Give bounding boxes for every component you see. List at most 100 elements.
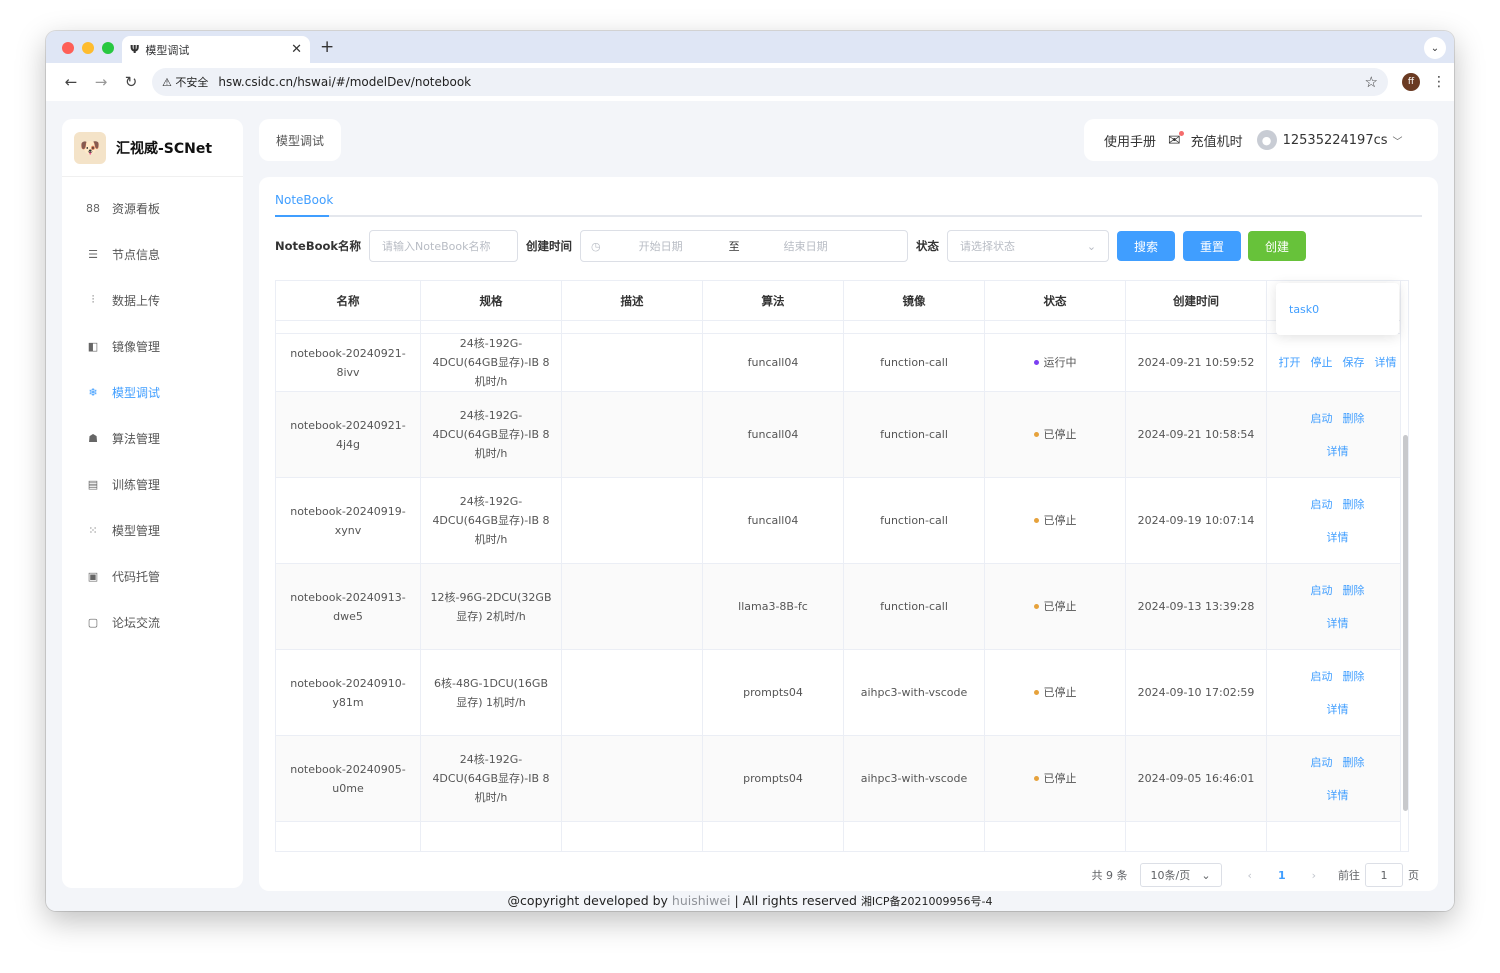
window-controls	[62, 42, 114, 54]
new-tab-icon[interactable]: +	[320, 37, 334, 57]
sidebar-item[interactable]: 88 资源看板	[62, 185, 243, 231]
sidebar-item[interactable]: ⁙ 模型管理	[62, 507, 243, 553]
row-action-link[interactable]: 启动	[1311, 753, 1333, 772]
cell-spec: 12核-96G-2DCU(32GB显存) 2机时/h	[421, 564, 562, 649]
insecure-warning[interactable]: ⚠ 不安全	[162, 74, 208, 90]
address-bar[interactable]: ⚠ 不安全 hsw.csidc.cn/hswai/#/modelDev/note…	[152, 68, 1388, 96]
cell-name: notebook-20240921-8ivv	[276, 334, 421, 391]
sidebar-item-label: 资源看板	[112, 201, 161, 216]
back-icon[interactable]: ←	[56, 73, 86, 91]
browser-menu-icon[interactable]: ⋮	[1432, 74, 1446, 90]
goto-page-input[interactable]: 1	[1365, 863, 1403, 887]
sidebar-item[interactable]: ❄ 模型调试	[62, 369, 243, 415]
status-dot-icon	[1033, 604, 1039, 609]
maximize-window-button[interactable]	[102, 42, 114, 54]
sidebar-item[interactable]: ⫶ 数据上传	[62, 277, 243, 323]
sidebar-item[interactable]: ☗ 算法管理	[62, 415, 243, 461]
table-scrollbar[interactable]	[1400, 281, 1408, 851]
row-action-link[interactable]: 详情	[1327, 528, 1349, 547]
sidebar: 🐶 汇视威-SCNet 88 资源看板 ☰ 节点信息 ⫶ 数据上传 ◧ 镜像管理 ❄ 模型调试 ☗ 算…	[62, 119, 243, 888]
column-header: 算法	[703, 281, 844, 321]
table-row: notebook-20240913-dwe5 12核-96G-2DCU(32GB显…	[276, 564, 1408, 650]
row-action-link[interactable]: 启动	[1311, 667, 1333, 686]
row-action-link[interactable]: 打开	[1279, 353, 1301, 372]
row-action-link[interactable]: 启动	[1311, 495, 1333, 514]
reload-icon[interactable]: ↻	[116, 73, 146, 91]
row-action-link[interactable]: 启动	[1311, 409, 1333, 428]
site-favicon-icon: Ψ	[130, 43, 139, 56]
row-action-link[interactable]: 启动	[1311, 581, 1333, 600]
row-action-link[interactable]: 删除	[1343, 753, 1365, 772]
row-action-link[interactable]: 删除	[1343, 667, 1365, 686]
row-action-link[interactable]: 删除	[1343, 495, 1365, 514]
cell-actions: 启动 删除详情	[1267, 392, 1408, 477]
cell-created: 2024-09-05 16:46:01	[1126, 736, 1267, 821]
brand-logo-icon: 🐶	[74, 131, 106, 164]
tab-notebook[interactable]: NoteBook	[275, 193, 333, 217]
minimize-window-button[interactable]	[82, 42, 94, 54]
status-select[interactable]: 请选择状态 ⌄	[947, 230, 1110, 262]
search-button[interactable]: 搜索	[1117, 231, 1176, 261]
cell-desc	[562, 334, 703, 391]
browser-tab[interactable]: Ψ 模型调试 ✕	[122, 36, 310, 63]
brand[interactable]: 🐶 汇视威-SCNet	[62, 119, 243, 177]
chevron-down-icon[interactable]: ﹀	[1393, 133, 1403, 148]
sidebar-item[interactable]: ◧ 镜像管理	[62, 323, 243, 369]
cell-actions: 启动 删除详情	[1267, 650, 1408, 735]
sidebar-item[interactable]: ▣ 代码托管	[62, 553, 243, 599]
reset-button[interactable]: 重置	[1183, 231, 1242, 261]
time-filter-label: 创建时间	[526, 239, 573, 253]
page-size-select[interactable]: 10条/页 ⌄	[1139, 863, 1222, 887]
date-range-picker[interactable]: ◷ 开始日期 至 结束日期	[580, 230, 909, 262]
next-page-icon[interactable]: ›	[1312, 869, 1316, 882]
row-action-link[interactable]: 详情	[1375, 353, 1397, 372]
filter-bar: NoteBook名称 请输入NoteBook名称 创建时间 ◷ 开始日期 至 结…	[275, 230, 1307, 262]
column-header: 创建时间	[1126, 281, 1267, 321]
tab-search-icon[interactable]: ⌄	[1424, 37, 1446, 59]
sidebar-item[interactable]: ▤ 训练管理	[62, 461, 243, 507]
row-action-link[interactable]: 详情	[1327, 614, 1349, 633]
cell-desc	[562, 478, 703, 563]
start-date-input[interactable]: 开始日期	[639, 238, 699, 254]
row-action-link[interactable]: 详情	[1327, 786, 1349, 805]
footer-brand-link[interactable]: huishiwei	[672, 893, 731, 908]
cell-algo	[703, 822, 844, 851]
cell-actions: 启动 删除详情	[1267, 736, 1408, 821]
column-header: 描述	[562, 281, 703, 321]
menu-item-icon: ☗	[88, 431, 98, 445]
recharge-link[interactable]: 充值机时	[1191, 131, 1243, 150]
username[interactable]: 12535224197cs	[1283, 133, 1388, 148]
user-avatar-icon[interactable]: ●	[1256, 130, 1277, 150]
cell-spec: 24核-192G-4DCU(64GB显存)-IB 8机时/h	[421, 478, 562, 563]
mail-icon[interactable]: ✉	[1168, 131, 1184, 149]
user-manual-link[interactable]: 使用手册	[1104, 131, 1156, 150]
close-tab-icon[interactable]: ✕	[291, 42, 302, 57]
row-action-link[interactable]: 详情	[1327, 442, 1349, 461]
profile-avatar[interactable]: ff	[1402, 73, 1420, 91]
status-text: 已停止	[1043, 514, 1077, 527]
sidebar-item[interactable]: ☰ 节点信息	[62, 231, 243, 277]
status-dot-icon	[1033, 432, 1039, 437]
forward-icon[interactable]: →	[86, 73, 116, 91]
close-window-button[interactable]	[62, 42, 74, 54]
row-action-link[interactable]: 保存	[1343, 353, 1365, 372]
end-date-input[interactable]: 结束日期	[784, 238, 828, 254]
bookmark-star-icon[interactable]: ☆	[1365, 73, 1378, 91]
table-row: notebook-20240919-xynv 24核-192G-4DCU(64GB…	[276, 478, 1408, 564]
scrollbar-thumb[interactable]	[1403, 435, 1408, 811]
url-text[interactable]: hsw.csidc.cn/hswai/#/modelDev/notebook	[218, 75, 1364, 89]
row-action-link[interactable]: 删除	[1343, 581, 1365, 600]
create-button[interactable]: 创建	[1248, 231, 1307, 261]
prev-page-icon[interactable]: ‹	[1248, 869, 1252, 882]
page-number[interactable]: 1	[1278, 869, 1286, 882]
cell-image: function-call	[844, 334, 985, 391]
row-action-link[interactable]: 删除	[1343, 409, 1365, 428]
icp-number[interactable]: 湘ICP备2021009956号-4	[861, 895, 993, 908]
row-action-link[interactable]: 停止	[1311, 353, 1333, 372]
row-action-link[interactable]: 详情	[1327, 700, 1349, 719]
sidebar-item[interactable]: ▢ 论坛交流	[62, 599, 243, 645]
name-filter-input[interactable]: 请输入NoteBook名称	[369, 230, 519, 262]
cell-text: aihpc3-with-vscode	[860, 772, 968, 785]
sidebar-item-label: 训练管理	[112, 477, 161, 492]
actions-line: 启动 删除	[1311, 409, 1365, 428]
